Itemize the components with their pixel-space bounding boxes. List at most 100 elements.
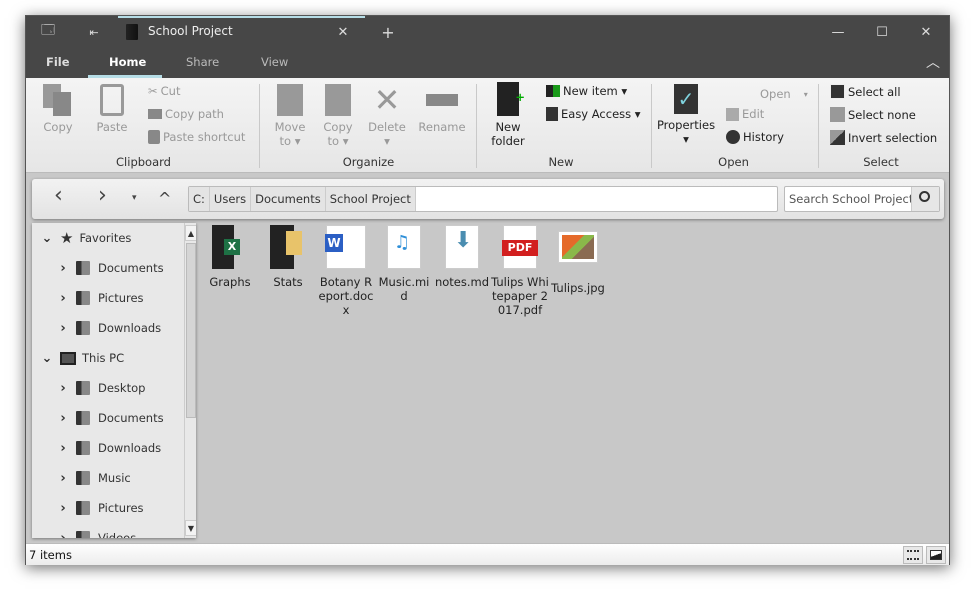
close-button[interactable]: ✕ [914, 16, 938, 48]
details-view-button[interactable] [903, 546, 923, 564]
tab-share[interactable]: Share [186, 55, 219, 69]
select-none-button[interactable]: Select none [830, 107, 916, 122]
large-icons-view-button[interactable] [926, 546, 946, 564]
properties-check-icon: ✓ [674, 84, 698, 114]
tree-item-this-pc[interactable]: ⌄ This PC [40, 348, 125, 368]
new-item-button[interactable]: New item ▾ [546, 84, 627, 98]
address-bar[interactable]: C: Users Documents School Project [188, 186, 778, 212]
tree-scrollbar[interactable]: ▲ ▼ [184, 223, 196, 538]
delete-button[interactable]: ✕ Delete ▾ [366, 84, 408, 148]
move-tab-icon[interactable]: ⇤ [82, 16, 106, 48]
tree-item-documents[interactable]: › Documents [56, 408, 163, 428]
new-folder-label: New [495, 120, 521, 134]
properties-button[interactable]: ✓ Properties ▾ [656, 84, 716, 146]
copy-path-button[interactable]: Copy path [148, 107, 224, 121]
tree-item-fav-documents[interactable]: › Documents [56, 258, 163, 278]
videos-folder-icon [76, 531, 90, 538]
separator [476, 84, 477, 168]
new-item-icon [546, 85, 560, 97]
copy-path-label: Copy path [165, 107, 224, 121]
details-view-icon [907, 550, 919, 560]
history-button[interactable]: History [726, 130, 784, 144]
chevron-right-icon[interactable]: › [56, 321, 70, 336]
move-to-label-2: to ▾ [279, 134, 301, 148]
pictures-folder-icon [76, 291, 90, 305]
recent-locations-button[interactable]: ▾ [132, 193, 137, 203]
search-button[interactable] [911, 187, 939, 211]
collapse-ribbon-button[interactable]: ︿ [921, 46, 945, 78]
breadcrumb-school-project[interactable]: School Project [325, 187, 416, 211]
chevron-right-icon[interactable]: › [56, 441, 70, 456]
paste-shortcut-button[interactable]: Paste shortcut [148, 130, 245, 144]
tree-label: Desktop [98, 381, 146, 395]
chevron-right-icon[interactable]: › [56, 501, 70, 516]
chevron-right-icon[interactable]: › [56, 531, 70, 539]
tree-label: Favorites [79, 231, 132, 245]
star-icon: ★ [60, 229, 74, 247]
file-item-tulips-jpg[interactable]: Tulips.jpg [549, 225, 607, 295]
chevron-right-icon[interactable]: › [56, 411, 70, 426]
tree-item-videos[interactable]: › Videos [56, 528, 136, 538]
maximize-button[interactable]: ☐ [870, 16, 894, 48]
scroll-down-arrow[interactable]: ▼ [185, 520, 196, 536]
breadcrumb-users[interactable]: Users [209, 187, 252, 211]
file-item-tulips-whitepaper[interactable]: PDF Tulips Whitepaper 2017.pdf [491, 225, 549, 317]
new-folder-button[interactable]: + New folder [488, 82, 528, 148]
forward-button[interactable]: › [98, 183, 107, 208]
move-to-button[interactable]: Move to ▾ [270, 84, 310, 148]
easy-access-button[interactable]: Easy Access ▾ [546, 107, 641, 121]
chevron-right-icon[interactable]: › [56, 261, 70, 276]
open-button[interactable]: Open ▾ [760, 87, 808, 101]
chevron-right-icon[interactable]: › [56, 381, 70, 396]
minimize-button[interactable]: — [826, 16, 850, 48]
file-item-music[interactable]: ♫ Music.mid [375, 225, 433, 303]
invert-selection-icon [830, 130, 845, 145]
tree-item-favorites[interactable]: ⌄ ★ Favorites [40, 228, 132, 248]
tree-item-pictures[interactable]: › Pictures [56, 498, 143, 518]
word-document-icon: W [325, 225, 366, 269]
tree-item-desktop[interactable]: › Desktop [56, 378, 145, 398]
chevron-right-icon[interactable]: › [56, 291, 70, 306]
edit-button[interactable]: Edit [726, 107, 764, 121]
chevron-down-icon[interactable]: ⌄ [40, 351, 54, 366]
breadcrumb-documents[interactable]: Documents [251, 187, 326, 211]
computer-icon [60, 351, 76, 365]
chevron-down-icon[interactable]: ⌄ [40, 231, 54, 246]
file-item-graphs[interactable]: X Graphs [201, 225, 259, 289]
tab-file[interactable]: File [46, 55, 70, 69]
properties-label-2: ▾ [683, 132, 689, 146]
new-tab-button[interactable]: + [376, 16, 400, 48]
new-item-label: New item ▾ [563, 84, 628, 98]
tree-item-downloads[interactable]: › Downloads [56, 438, 161, 458]
file-item-notes[interactable]: ⬇ notes.md [433, 225, 491, 289]
open-label: Open [760, 87, 791, 101]
tab-view[interactable]: View [261, 55, 288, 69]
copy-to-button[interactable]: Copy to ▾ [318, 84, 358, 148]
paste-button[interactable]: Paste [92, 84, 132, 134]
cut-button[interactable]: ✂ Cut [148, 84, 180, 98]
clipboard-group-label: Clipboard [116, 155, 171, 169]
tab-home[interactable]: Home [109, 55, 146, 69]
tree-item-fav-downloads[interactable]: › Downloads [56, 318, 161, 338]
breadcrumb-c[interactable]: C: [189, 187, 210, 211]
paste-shortcut-label: Paste shortcut [163, 130, 246, 144]
scroll-up-arrow[interactable]: ▲ [185, 225, 196, 241]
copy-button[interactable]: Copy [38, 84, 78, 134]
tree-label: This PC [82, 351, 125, 365]
rename-button[interactable]: Rename [418, 84, 466, 134]
scroll-thumb[interactable] [186, 243, 196, 418]
search-box[interactable]: Search School Project [784, 186, 940, 212]
file-item-botany-report[interactable]: W Botany Report.docx [317, 225, 375, 317]
up-button[interactable]: ^ [158, 189, 171, 208]
chevron-right-icon[interactable]: › [56, 471, 70, 486]
select-all-button[interactable]: Select all [830, 84, 901, 99]
window-menu-icon[interactable]: 🗔 [36, 16, 60, 48]
back-button[interactable]: ‹ [54, 183, 63, 208]
file-item-stats[interactable]: Stats [259, 225, 317, 289]
tree-item-music[interactable]: › Music [56, 468, 130, 488]
close-tab-button[interactable]: ✕ [331, 16, 355, 48]
search-input[interactable]: Search School Project [789, 192, 913, 206]
tree-item-fav-pictures[interactable]: › Pictures [56, 288, 144, 308]
invert-selection-button[interactable]: Invert selection [830, 130, 937, 145]
tree-label: Pictures [98, 291, 144, 305]
